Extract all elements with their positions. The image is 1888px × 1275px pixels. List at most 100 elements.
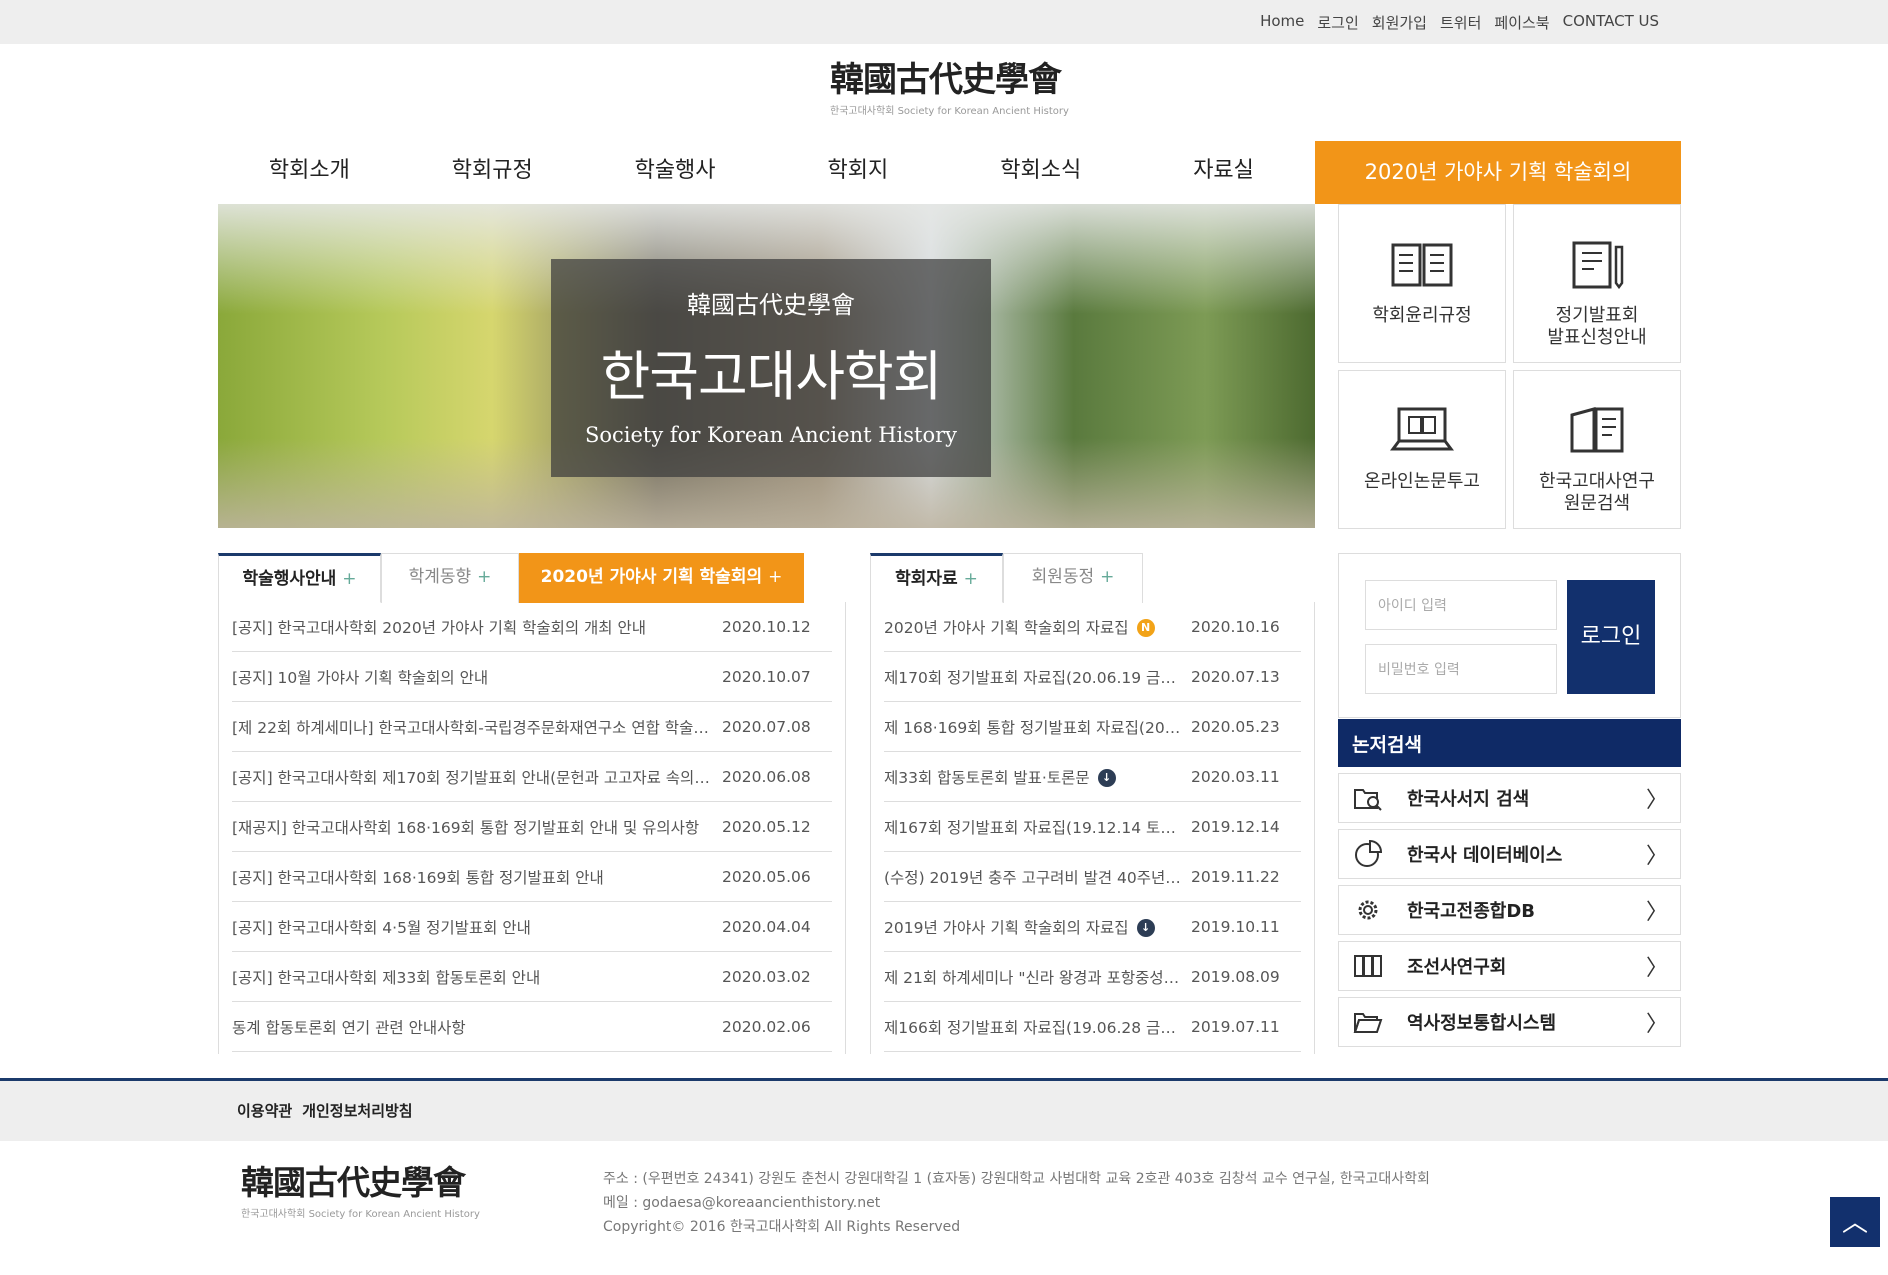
post-row[interactable]: [제 22회 하계세미나] 한국고대사학회-국립경주문화재연구소 연합 학술대회… — [232, 702, 832, 752]
right-board-list: 2020년 가야사 기획 학술회의 자료집 N 2020.10.16 제170회 정기… — [870, 602, 1315, 1054]
nav-news[interactable]: 학회소식 — [949, 141, 1132, 204]
search-link-korean-history-db[interactable]: 한국사 데이터베이스 〉 — [1338, 829, 1681, 879]
top-utility-bar: Home 로그인 회원가입 트위터 페이스북 CONTACT US — [0, 0, 1888, 44]
login-button[interactable]: 로그인 — [1567, 580, 1655, 694]
download-icon: ↓ — [1097, 769, 1116, 787]
nav-rules[interactable]: 학회규정 — [401, 141, 584, 204]
nav-archive[interactable]: 자료실 — [1132, 141, 1315, 204]
hero-banner: 韓國古代史學會 한국고대사학회 Society for Korean Ancie… — [218, 204, 1315, 528]
facebook-link[interactable]: 페이스북 — [1494, 12, 1549, 33]
post-title: 제170회 정기발표회 자료집(20.06.19 금요일) — [884, 668, 1191, 687]
pie-chart-icon — [1355, 840, 1383, 867]
footer-logo-subtitle: 한국고대사학회 Society for Korean Ancient Histo… — [241, 1209, 480, 1220]
twitter-link[interactable]: 트위터 — [1440, 12, 1481, 33]
post-title: 2020년 가야사 기획 학술회의 자료집 — [884, 618, 1129, 637]
nav-journal[interactable]: 학회지 — [766, 141, 949, 204]
post-row[interactable]: 제170회 정기발표회 자료집(20.06.19 금요일) 2020.07.13 — [884, 652, 1301, 702]
post-title: 제 168·169회 통합 정기발표회 자료집(20.05.29 금요일) — [884, 718, 1191, 737]
quick-presentation[interactable]: 정기발표회 발표신청안내 — [1513, 204, 1681, 363]
nav-gaya-conference[interactable]: 2020년 가야사 기획 학술회의 — [1315, 141, 1681, 204]
tab-gaya-conference[interactable]: 2020년 가야사 기획 학술회의 + — [519, 553, 804, 603]
search-link-history-info-system[interactable]: 역사정보통합시스템 〉 — [1338, 997, 1681, 1047]
post-row[interactable]: 제33회 합동토론회 발표·토론문 ↓ 2020.03.11 — [884, 752, 1301, 802]
post-row[interactable]: 2019년 가야사 기획 학술회의 자료집 ↓ 2019.10.11 — [884, 902, 1301, 952]
post-row[interactable]: 제 21회 하계세미나 "신라 왕경과 포항중성리신라비"2019.08.09 — [884, 952, 1301, 1002]
search-link-joseon-society[interactable]: 조선사연구회 〉 — [1338, 941, 1681, 991]
post-row[interactable]: [공지] 한국고대사학회 제33회 합동토론회 안내 2020.03.02 — [232, 952, 832, 1002]
post-row[interactable]: 제166회 정기발표회 자료집(19.06.28 금요일) 자료2019.07.… — [884, 1002, 1301, 1052]
post-date: 2020.07.08 — [722, 717, 811, 736]
search-link-classics-db[interactable]: 한국고전종합DB 〉 — [1338, 885, 1681, 935]
plus-icon: + — [963, 569, 978, 589]
scroll-to-top-button[interactable]: ︿ — [1830, 1197, 1880, 1247]
post-title: 제167회 정기발표회 자료집(19.12.14 토요일) 자료 — [884, 818, 1191, 837]
banner-korean-title: 한국고대사학회 — [600, 345, 943, 408]
post-row[interactable]: 제167회 정기발표회 자료집(19.12.14 토요일) 자료2019.12.… — [884, 802, 1301, 852]
post-date: 2020.03.02 — [722, 967, 811, 986]
logo-hanja: 韓國古代史學會 — [830, 60, 1062, 100]
post-row[interactable]: [공지] 10월 가야사 기획 학술회의 안내 2020.10.07 — [232, 652, 832, 702]
post-date: 2019.10.11 — [1191, 917, 1280, 936]
plus-icon: + — [1100, 567, 1115, 587]
plus-icon: + — [477, 567, 492, 587]
quick-ethics[interactable]: 학회윤리규정 — [1338, 204, 1506, 363]
quick-label-2: 발표신청안내 — [1547, 327, 1647, 348]
post-date: 2020.05.06 — [722, 867, 811, 886]
quick-links: 학회윤리규정 정기발표회 발표신청안내 온라인논문투고 한국고대사연구 원문검색 — [1338, 204, 1681, 529]
tab-label: 학술행사안내 — [242, 569, 337, 589]
post-row[interactable]: (수정) 2019년 충주 고구려비 발견 40주년 기념 학술회의2019.1… — [884, 852, 1301, 902]
search-link-bibliography[interactable]: 한국사서지 검색 〉 — [1338, 773, 1681, 823]
post-row[interactable]: [공지] 한국고대사학회 제170회 정기발표회 안내(문헌과 고고자료 속의 … — [232, 752, 832, 802]
terms-link[interactable]: 이용약관 — [237, 1100, 292, 1121]
post-date: 2019.07.11 — [1191, 1017, 1280, 1036]
banner-english-title: Society for Korean Ancient History — [584, 423, 958, 447]
post-row[interactable]: [공지] 한국고대사학회 2020년 가야사 기획 학술회의 개최 안내 2020… — [232, 602, 832, 652]
quick-online-submission[interactable]: 온라인논문투고 — [1338, 370, 1506, 529]
password-input[interactable]: 비밀번호 입력 — [1365, 644, 1557, 694]
post-title: [공지] 한국고대사학회 2020년 가야사 기획 학술회의 개최 안내 — [232, 618, 647, 637]
post-title: [공지] 한국고대사학회 168·169회 통합 정기발표회 안내 — [232, 868, 604, 887]
plus-icon: + — [342, 569, 357, 589]
open-book-icon — [1391, 243, 1453, 287]
folder-search-icon — [1354, 789, 1382, 811]
footer-links-bar: 이용약관 개인정보처리방침 — [0, 1081, 1888, 1141]
post-row[interactable]: 동계 합동토론회 연기 관련 안내사항 2020.02.06 — [232, 1002, 832, 1052]
user-id-input[interactable]: 아이디 입력 — [1365, 580, 1557, 630]
quick-label-2: 원문검색 — [1563, 493, 1631, 514]
post-row[interactable]: [공지] 한국고대사학회 168·169회 통합 정기발표회 안내 2020.05… — [232, 852, 832, 902]
login-link[interactable]: 로그인 — [1317, 12, 1358, 33]
logo-subtitle: 한국고대사학회 Society for Korean Ancient Histo… — [830, 106, 1069, 117]
main-nav: 학회소개 학회규정 학술행사 학회지 학회소식 자료실 — [218, 141, 1315, 204]
post-date: 2020.03.11 — [1191, 767, 1280, 786]
post-row[interactable]: 제 168·169회 통합 정기발표회 자료집(20.05.29 금요일)202… — [884, 702, 1301, 752]
tab-academic-events[interactable]: 학술행사안내 + — [218, 553, 381, 603]
contact-link[interactable]: CONTACT US — [1563, 12, 1659, 33]
tab-label: 회원동정 — [1031, 567, 1095, 587]
post-date: 2020.06.08 — [722, 767, 811, 786]
signup-link[interactable]: 회원가입 — [1372, 12, 1427, 33]
post-title: (수정) 2019년 충주 고구려비 발견 40주년 기념 학술회의 — [884, 868, 1191, 887]
document-book-icon — [1570, 407, 1624, 453]
post-date: 2019.12.14 — [1191, 817, 1280, 836]
chevron-right-icon: 〉 — [1646, 900, 1669, 925]
post-row[interactable]: [재공지] 한국고대사학회 168·169회 통합 정기발표회 안내 및 유의사… — [232, 802, 832, 852]
tab-member-news[interactable]: 회원동정 + — [1003, 553, 1143, 603]
site-logo[interactable]: 韓國古代史學會 한국고대사학회 Society for Korean Ancie… — [830, 60, 1070, 124]
privacy-policy-link[interactable]: 개인정보처리방침 — [302, 1100, 412, 1121]
footer-logo-hanja: 韓國古代史學會 — [241, 1163, 466, 1202]
post-date: 2020.02.06 — [722, 1017, 811, 1036]
tab-academic-trends[interactable]: 학계동향 + — [381, 553, 519, 603]
nav-events[interactable]: 학술행사 — [584, 141, 767, 204]
chevron-right-icon: 〉 — [1646, 844, 1669, 869]
tab-materials[interactable]: 학회자료 + — [870, 553, 1003, 603]
home-link[interactable]: Home — [1260, 12, 1304, 33]
utility-nav: Home 로그인 회원가입 트위터 페이스북 CONTACT US — [1260, 12, 1659, 33]
post-title: [공지] 한국고대사학회 4·5월 정기발표회 안내 — [232, 918, 531, 937]
post-row[interactable]: 2020년 가야사 기획 학술회의 자료집 N 2020.10.16 — [884, 602, 1301, 652]
tab-label: 2020년 가야사 기획 학술회의 — [540, 567, 763, 587]
post-title: 2019년 가야사 기획 학술회의 자료집 — [884, 918, 1129, 937]
post-row[interactable]: [공지] 한국고대사학회 4·5월 정기발표회 안내 2020.04.04 — [232, 902, 832, 952]
notebook-pen-icon — [1572, 241, 1624, 290]
quick-journal-search[interactable]: 한국고대사연구 원문검색 — [1513, 370, 1681, 529]
nav-about[interactable]: 학회소개 — [218, 141, 401, 204]
